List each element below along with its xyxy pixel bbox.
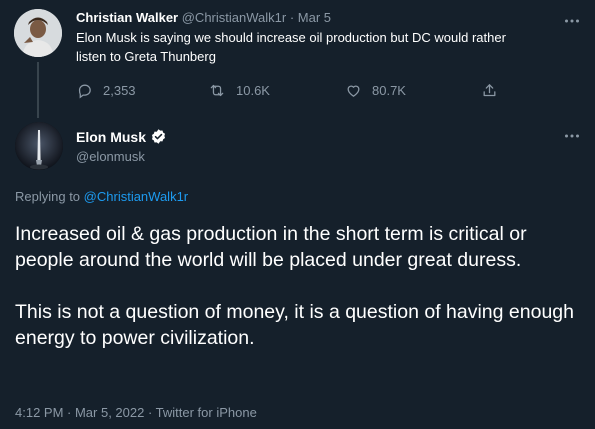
reply-tweet-header: Christian Walker @ChristianWalk1r · Mar … (76, 10, 331, 25)
thread-line (37, 62, 39, 118)
verified-badge-icon (150, 128, 167, 145)
retweet-icon (208, 82, 226, 99)
reply-count-button[interactable]: 2,353 (76, 82, 136, 99)
main-tweet-paragraph-2: This is not a question of money, it is a… (15, 301, 574, 349)
reply-icon (76, 82, 93, 99)
main-tweet-timestamp[interactable]: 4:12 PM · Mar 5, 2022 · Twitter for iPho… (15, 405, 257, 420)
share-icon[interactable] (481, 82, 498, 99)
christian-walker-avatar[interactable] (14, 9, 62, 57)
replying-to-line: Replying to @ChristianWalk1r (15, 189, 188, 204)
reply-count: 2,353 (103, 83, 136, 98)
retweet-count: 10.6K (236, 83, 270, 98)
main-author-name[interactable]: Elon Musk (76, 128, 167, 145)
reply-author-name[interactable]: Christian Walker (76, 10, 178, 25)
like-count-button[interactable]: 80.7K (345, 82, 406, 99)
like-icon (345, 82, 362, 99)
like-count: 80.7K (372, 83, 406, 98)
main-author-handle[interactable]: @elonmusk (76, 149, 145, 164)
main-tweet-more-icon[interactable] (563, 127, 581, 145)
reply-date[interactable]: · Mar 5 (290, 10, 331, 25)
elon-musk-avatar[interactable] (15, 122, 63, 170)
reply-tweet-text: Elon Musk is saying we should increase o… (76, 30, 506, 64)
reply-author-handle[interactable]: @ChristianWalk1r (182, 10, 286, 25)
main-tweet-paragraph-1: Increased oil & gas production in the sh… (15, 223, 527, 271)
replying-to-handle-link[interactable]: @ChristianWalk1r (84, 189, 188, 204)
replying-to-label: Replying to (15, 189, 81, 204)
main-author-name-text: Elon Musk (76, 128, 147, 145)
reply-tweet-more-icon[interactable] (563, 12, 581, 30)
retweet-count-button[interactable]: 10.6K (208, 82, 270, 99)
main-tweet-text: Increased oil & gas production in the sh… (15, 221, 585, 351)
